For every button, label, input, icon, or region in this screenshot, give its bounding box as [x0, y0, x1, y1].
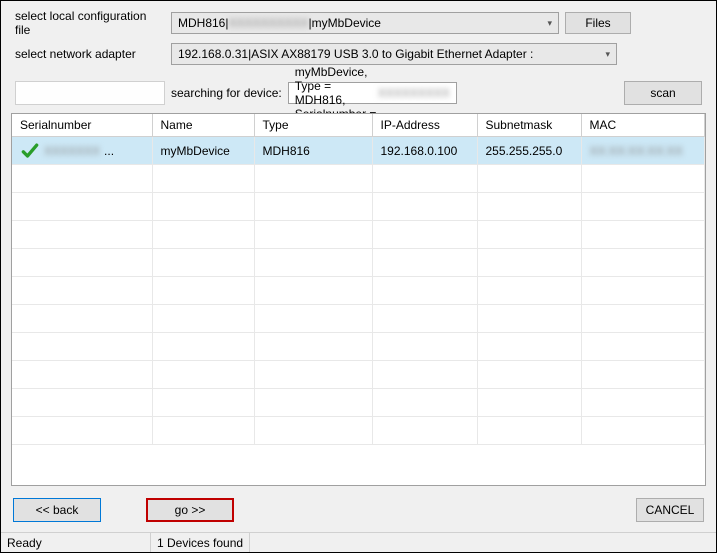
- col-header-serial[interactable]: Serialnumber: [12, 114, 152, 137]
- cell-serial-redacted: XXXXXXX: [44, 144, 100, 158]
- status-count: 1 Devices found: [151, 533, 250, 552]
- cell-name: myMbDevice: [152, 137, 254, 165]
- table-row: [12, 277, 705, 305]
- table-header-row: Serialnumber Name Type IP-Address Subnet…: [12, 114, 705, 137]
- table-wrapper: Serialnumber Name Type IP-Address Subnet…: [11, 113, 706, 486]
- adapter-value: 192.168.0.31|ASIX AX88179 USB 3.0 to Gig…: [178, 47, 533, 61]
- chevron-down-icon: ▾: [605, 49, 610, 60]
- search-label: searching for device:: [171, 86, 282, 100]
- status-ready: Ready: [1, 533, 151, 552]
- go-button[interactable]: go >>: [146, 498, 234, 522]
- table-row: [12, 193, 705, 221]
- cell-type: MDH816: [254, 137, 372, 165]
- cell-subnet: 255.255.255.0: [477, 137, 581, 165]
- cancel-button[interactable]: CANCEL: [636, 498, 704, 522]
- files-button[interactable]: Files: [565, 12, 631, 34]
- col-header-subnet[interactable]: Subnetmask: [477, 114, 581, 137]
- search-placeholder-box: [15, 81, 165, 105]
- cell-ip: 192.168.0.100: [372, 137, 477, 165]
- chevron-down-icon: ▾: [547, 18, 552, 29]
- search-section: searching for device: myMbDevice, Type =…: [1, 75, 716, 113]
- table-row[interactable]: XXXXXXX... myMbDevice MDH816 192.168.0.1…: [12, 137, 705, 165]
- status-bar: Ready 1 Devices found: [1, 532, 716, 552]
- device-table-container: Serialnumber Name Type IP-Address Subnet…: [11, 113, 706, 486]
- col-header-type[interactable]: Type: [254, 114, 372, 137]
- config-file-dropdown[interactable]: MDH816|XXXXXXXXXX|myMbDevice ▾: [171, 12, 559, 34]
- scan-button[interactable]: scan: [624, 81, 702, 105]
- cell-mac-redacted: XX:XX:XX:XX:XX: [590, 144, 683, 158]
- col-header-name[interactable]: Name: [152, 114, 254, 137]
- back-button[interactable]: << back: [13, 498, 101, 522]
- col-header-ip[interactable]: IP-Address: [372, 114, 477, 137]
- device-table: Serialnumber Name Type IP-Address Subnet…: [12, 114, 705, 445]
- search-input[interactable]: myMbDevice, Type = MDH816, Serialnumber …: [288, 82, 457, 104]
- table-row: [12, 221, 705, 249]
- table-row: [12, 389, 705, 417]
- config-file-suffix: |myMbDevice: [309, 16, 381, 30]
- footer-buttons: << back go >> CANCEL: [1, 486, 716, 532]
- table-row: [12, 417, 705, 445]
- table-row: [12, 305, 705, 333]
- table-row: [12, 361, 705, 389]
- search-value-redacted: XXXXXXXXX: [378, 86, 450, 100]
- check-icon: [20, 141, 40, 161]
- adapter-dropdown[interactable]: 192.168.0.31|ASIX AX88179 USB 3.0 to Gig…: [171, 43, 617, 65]
- table-row: [12, 333, 705, 361]
- table-row: [12, 249, 705, 277]
- table-row: [12, 165, 705, 193]
- config-section: select local configuration file MDH816|X…: [1, 1, 716, 75]
- config-file-label: select local configuration file: [15, 9, 165, 37]
- config-file-redacted: XXXXXXXXXX: [228, 16, 308, 30]
- col-header-mac[interactable]: MAC: [581, 114, 705, 137]
- main-panel: select local configuration file MDH816|X…: [1, 1, 716, 532]
- config-file-prefix: MDH816|: [178, 16, 228, 30]
- adapter-label: select network adapter: [15, 47, 165, 61]
- cell-serial-suffix: ...: [104, 144, 114, 158]
